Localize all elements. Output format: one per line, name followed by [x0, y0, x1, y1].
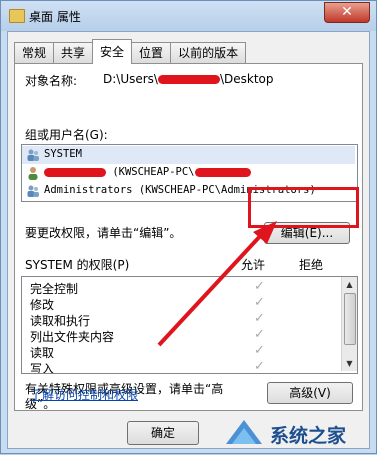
properties-window: 桌面 属性 ✕ 常规 共享 安全 位置 以前的版本 对象名称: D:\Users… — [0, 0, 377, 454]
watermark-text: 系统之家 — [270, 425, 347, 447]
watermark-logo-icon — [226, 420, 262, 444]
tab-security[interactable]: 安全 — [92, 39, 133, 64]
watermark: 系统之家 — [220, 415, 372, 451]
annotation-arrow-icon — [157, 221, 277, 347]
